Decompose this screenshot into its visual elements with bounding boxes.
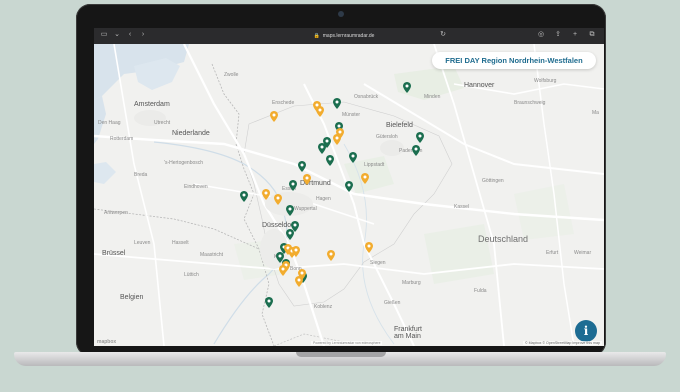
address-bar[interactable]: 🔒 maps.lernraumradar.de (244, 31, 444, 41)
map-pin-green[interactable] (333, 98, 341, 109)
city-label-frankfurt: Frankfurt am Main (394, 326, 423, 340)
map-pin-orange[interactable] (279, 265, 287, 276)
city-label-koblenz: Koblenz (314, 304, 333, 310)
city-label-breda: Breda (134, 172, 148, 178)
city-label-den-haag: Den Haag (98, 120, 121, 126)
map-canvas[interactable]: Zwolle Amsterdam Den Haag Utrecht Rotter… (94, 44, 604, 346)
map-pin-green[interactable] (323, 137, 331, 148)
map-pin-green[interactable] (298, 161, 306, 172)
country-label-niederlande: Niederlande (172, 130, 210, 137)
city-label-osnabrueck: Osnabrück (354, 94, 379, 100)
map-pin-green[interactable] (416, 132, 424, 143)
city-label-muenster: Münster (342, 112, 361, 118)
city-label-utrecht: Utrecht (154, 120, 171, 126)
city-label-amsterdam: Amsterdam (134, 101, 170, 108)
reload-icon[interactable]: ↻ (439, 31, 447, 39)
city-label-luettich: Lüttich (184, 272, 199, 278)
city-label-weimar: Weimar (574, 250, 592, 256)
city-label-antwerpen: Antwerpen (104, 210, 128, 216)
map-pin-green[interactable] (289, 180, 297, 191)
chevron-down-icon[interactable]: ⌄ (113, 31, 121, 39)
map-title: FREI DAY Region Nordrhein-Westfalen (432, 52, 596, 69)
map-pin-orange[interactable] (361, 173, 369, 184)
map-pin-green[interactable] (403, 82, 411, 93)
city-label-gutersloh: Gütersloh (376, 134, 398, 140)
city-label-brussel: Brüssel (102, 250, 126, 257)
map-pin-green[interactable] (349, 152, 357, 163)
mapbox-logo[interactable]: mapbox (97, 339, 116, 345)
tabs-overview-icon[interactable]: ⧉ (588, 31, 596, 39)
city-label-kassel: Kassel (454, 204, 470, 210)
city-label-hagen: Hagen (316, 196, 331, 202)
share-icon[interactable]: ⇪ (554, 31, 562, 39)
map-pin-orange[interactable] (303, 174, 311, 185)
city-label-braunschweig: Braunschweig (514, 100, 546, 106)
city-label-maastricht: Maastricht (200, 252, 224, 258)
country-label-belgien: Belgien (120, 294, 144, 301)
info-button[interactable]: i (575, 320, 597, 342)
city-label-rotterdam: Rotterdam (110, 136, 134, 142)
map-pin-green[interactable] (265, 297, 273, 308)
map-pin-green[interactable] (326, 155, 334, 166)
map-attribution[interactable]: © Mapbox © OpenStreetMap Improve this ma… (522, 341, 602, 345)
city-label-eindhoven: Eindhoven (184, 184, 208, 190)
map-pin-orange[interactable] (270, 111, 278, 122)
city-label-wuppertal: Wuppertal (294, 206, 317, 212)
city-label-erfurt: Erfurt (546, 250, 559, 256)
map-pin-orange[interactable] (274, 194, 282, 205)
map-pin-green[interactable] (286, 205, 294, 216)
map-pin-orange[interactable] (295, 276, 303, 287)
map-pin-orange[interactable] (316, 106, 324, 117)
country-label-deutschland: Deutschland (478, 234, 529, 244)
city-label-bielefeld: Bielefeld (386, 122, 413, 129)
city-label-giessen: Gießen (384, 300, 401, 306)
map-basemap (94, 44, 604, 346)
city-label-leuven: Leuven (134, 240, 151, 246)
map-pin-orange[interactable] (327, 250, 335, 261)
laptop-hinge-notch (296, 352, 386, 357)
new-tab-icon[interactable]: + (571, 31, 579, 39)
city-label-zwolle: Zwolle (224, 72, 239, 78)
privacy-icon[interactable]: ◎ (537, 31, 545, 39)
city-label-minden: Minden (424, 94, 441, 100)
map-pin-orange[interactable] (365, 242, 373, 253)
powered-by-text[interactable]: Powered by Lernraumradar von edmosphere (311, 341, 383, 345)
city-label-siegen: Siegen (370, 260, 386, 266)
city-label-hertogenbosch: 's-Hertogenbosch (164, 160, 204, 166)
url-text: maps.lernraumradar.de (322, 33, 375, 39)
map-pin-green[interactable] (286, 229, 294, 240)
city-label-hannover: Hannover (464, 82, 495, 89)
browser-toolbar: ▭ ⌄ ‹ › 🔒 maps.lernraumradar.de ↻ ◎ ⇪ + … (94, 28, 604, 44)
map-pin-orange[interactable] (292, 246, 300, 257)
back-arrow-icon[interactable]: ‹ (126, 31, 134, 39)
city-label-wolfsburg: Wolfsburg (534, 78, 557, 84)
city-label-ma: Ma (592, 110, 599, 116)
city-label-enschede: Enschede (272, 100, 295, 106)
map-pin-green[interactable] (345, 181, 353, 192)
forward-arrow-icon[interactable]: › (139, 31, 147, 39)
lock-icon: 🔒 (313, 33, 320, 39)
sidebar-icon[interactable]: ▭ (100, 31, 108, 39)
map-pin-green[interactable] (240, 191, 248, 202)
city-label-goettingen: Göttingen (482, 178, 504, 184)
city-label-marburg: Marburg (402, 280, 421, 286)
map-pin-green[interactable] (412, 145, 420, 156)
map-pin-orange[interactable] (262, 189, 270, 200)
city-label-fulda: Fulda (474, 288, 487, 294)
city-label-hasselt: Hasselt (172, 240, 189, 246)
map-pin-orange[interactable] (333, 134, 341, 145)
city-label-lippstadt: Lippstadt (364, 162, 385, 168)
webcam (338, 11, 344, 17)
browser-window: ▭ ⌄ ‹ › 🔒 maps.lernraumradar.de ↻ ◎ ⇪ + … (94, 28, 604, 346)
